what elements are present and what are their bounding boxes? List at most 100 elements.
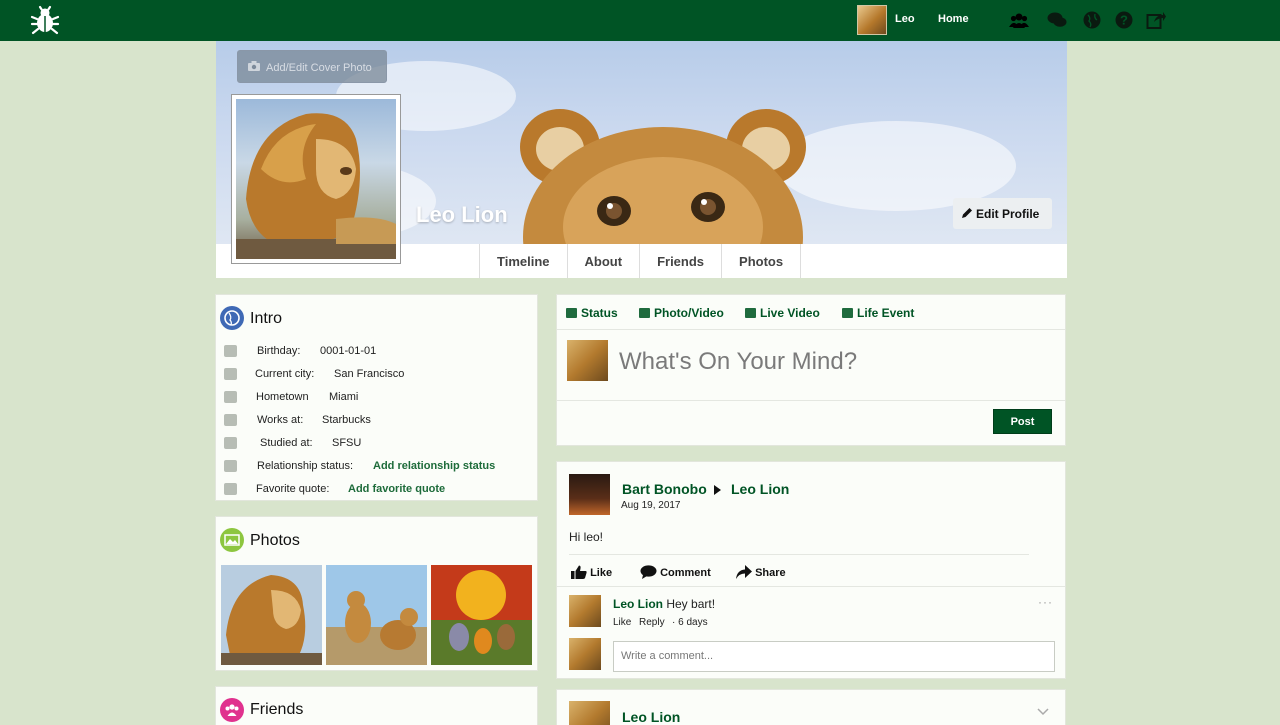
intro-label: Birthday: — [257, 345, 301, 357]
share-button[interactable]: Share — [736, 565, 786, 579]
tab-timeline[interactable]: Timeline — [480, 244, 568, 278]
cover-section: Add/Edit Cover Photo Leo Lion Edit Profi… — [216, 41, 1067, 278]
lion-cub-image — [520, 109, 806, 244]
post-composer: Status Photo/Video Live Video Life Event… — [556, 294, 1066, 446]
comment-icon — [640, 565, 657, 579]
friends-card: Friends — [215, 686, 538, 725]
composer-avatar — [567, 340, 608, 381]
tab-friends[interactable]: Friends — [640, 244, 723, 278]
photo-icon — [639, 308, 650, 318]
post-body: Hi leo! — [569, 530, 604, 544]
home-icon — [224, 391, 237, 403]
tab-about[interactable]: About — [568, 244, 641, 278]
help-icon[interactable]: ? — [1114, 10, 1134, 30]
tab-life-event[interactable]: Life Event — [842, 306, 914, 320]
globe-icon[interactable] — [1082, 10, 1102, 30]
like-label: Like — [590, 567, 613, 579]
edit-profile-button[interactable]: Edit Profile — [953, 198, 1052, 229]
tab-photos[interactable]: Photos — [722, 244, 802, 278]
comment-author-link[interactable]: Leo Lion — [613, 597, 663, 611]
intro-label: Current city: — [255, 368, 315, 380]
intro-value: Starbucks — [322, 414, 371, 426]
camera-icon — [248, 61, 260, 71]
profile-tabs: Timeline About Friends Photos — [479, 244, 802, 278]
photo-thumbnail[interactable] — [431, 565, 532, 665]
tab-live-video[interactable]: Live Video — [745, 306, 820, 320]
comment-reply-link[interactable]: Reply — [639, 617, 665, 628]
composer-tabs: Status Photo/Video Live Video Life Event — [557, 295, 1065, 330]
nav-avatar[interactable] — [857, 5, 887, 35]
messages-icon[interactable] — [1047, 10, 1067, 30]
nav-user-name[interactable]: Leo — [895, 13, 915, 25]
feed-post: Bart Bonobo Leo Lion Aug 19, 2017 Hi leo… — [556, 461, 1066, 679]
profile-picture[interactable] — [231, 94, 401, 264]
share-icon — [736, 565, 752, 579]
logout-icon[interactable] — [1146, 10, 1166, 30]
tab-status-label: Status — [581, 306, 618, 320]
tab-status[interactable]: Status — [566, 306, 618, 320]
chevron-down-icon[interactable] — [1037, 708, 1049, 716]
svg-text:?: ? — [1120, 13, 1128, 28]
friends-icon[interactable] — [1009, 10, 1029, 30]
friends-title: Friends — [250, 701, 304, 718]
post-target-link[interactable]: Leo Lion — [731, 481, 789, 497]
pencil-icon — [962, 208, 972, 218]
like-button[interactable]: Like — [571, 565, 612, 579]
comment-like-link[interactable]: Like — [613, 617, 631, 628]
comment-input[interactable]: Write a comment... — [613, 641, 1055, 672]
photo-thumbnail[interactable] — [221, 565, 322, 665]
status-input[interactable]: What's On Your Mind? — [619, 348, 857, 376]
feed-post: Leo Lion — [556, 689, 1066, 725]
book-icon — [224, 483, 237, 495]
intro-label: Hometown — [256, 391, 309, 403]
my-avatar — [569, 638, 601, 670]
tab-photo-video-label: Photo/Video — [654, 306, 724, 320]
author-avatar[interactable] — [569, 701, 610, 725]
briefcase-icon — [224, 414, 237, 426]
intro-value: Miami — [329, 391, 359, 403]
intro-value: San Francisco — [334, 368, 405, 380]
intro-value: 0001-01-01 — [320, 345, 377, 357]
comment-text-row: Leo Lion Hey bart! — [613, 597, 715, 611]
tab-photo-video[interactable]: Photo/Video — [639, 306, 724, 320]
photos-title: Photos — [250, 532, 300, 549]
flag-icon — [842, 308, 853, 318]
bug-logo-icon[interactable] — [30, 5, 60, 35]
comment-text: Hey bart! — [666, 597, 716, 611]
comment-age: · 6 days — [672, 617, 708, 628]
post-button[interactable]: Post — [993, 409, 1052, 434]
image-icon — [220, 528, 244, 552]
photos-card: Photos — [215, 516, 538, 671]
commenter-avatar[interactable] — [569, 595, 601, 627]
edit-icon — [566, 308, 577, 318]
add-relationship-link[interactable]: Add relationship status — [373, 460, 495, 472]
post-author-link[interactable]: Leo Lion — [622, 709, 680, 725]
graduation-cap-icon — [224, 437, 237, 449]
intro-value: SFSU — [332, 437, 362, 449]
add-favorite-quote-link[interactable]: Add favorite quote — [348, 483, 445, 495]
author-avatar[interactable] — [569, 474, 610, 515]
intro-label: Favorite quote: — [256, 483, 330, 495]
intro-label: Relationship status: — [257, 460, 353, 472]
post-date: Aug 19, 2017 — [621, 500, 681, 511]
add-cover-photo-button[interactable]: Add/Edit Cover Photo — [237, 50, 387, 83]
edit-profile-label: Edit Profile — [976, 207, 1040, 221]
intro-label: Works at: — [257, 414, 304, 426]
building-icon — [224, 368, 237, 380]
share-label: Share — [755, 567, 786, 579]
caret-right-icon — [714, 485, 721, 495]
nav-home-link[interactable]: Home — [938, 13, 969, 25]
more-options-icon[interactable]: ··· — [1038, 595, 1053, 609]
top-nav-bar: Leo Home ? — [0, 0, 1280, 41]
heart-icon — [224, 460, 237, 472]
add-cover-photo-label: Add/Edit Cover Photo — [266, 62, 372, 74]
tab-live-video-label: Live Video — [760, 306, 820, 320]
video-camera-icon — [745, 308, 756, 318]
comment-button[interactable]: Comment — [640, 565, 711, 579]
cake-icon — [224, 345, 237, 357]
globe-icon — [220, 306, 244, 330]
photo-thumbnail[interactable] — [326, 565, 427, 665]
comment-label: Comment — [660, 567, 711, 579]
post-author-link[interactable]: Bart Bonobo — [622, 481, 707, 497]
lion-portrait-image — [236, 113, 396, 259]
